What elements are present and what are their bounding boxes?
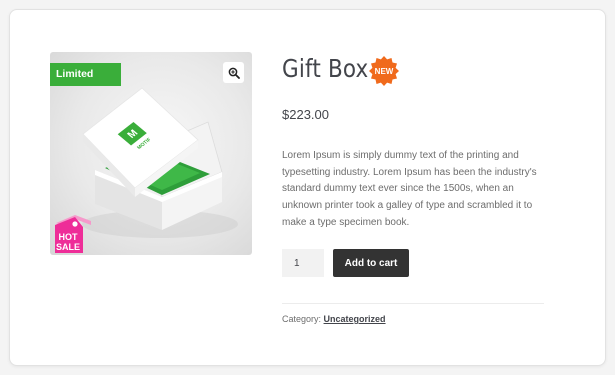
divider [282,303,544,304]
add-to-cart-button[interactable]: Add to cart [333,249,409,277]
product-image[interactable]: M MOTIF Limited HOT SALE [50,52,252,255]
hot-sale-tag-icon: HOT SALE [55,215,91,253]
svg-text:HOT: HOT [59,232,79,242]
limited-badge: Limited [50,63,121,86]
zoom-button[interactable] [223,62,244,83]
category-label: Category: [282,314,322,324]
product-description: Lorem Ipsum is simply dummy text of the … [282,150,537,228]
new-badge: NEW [369,56,399,86]
product-title: Gift Box [282,54,369,83]
svg-text:SALE: SALE [56,242,80,252]
product-category: Category: Uncategorized [282,314,386,324]
quantity-input[interactable] [282,249,324,277]
category-link[interactable]: Uncategorized [324,314,386,324]
svg-text:NEW: NEW [375,67,394,76]
magnifier-plus-icon [228,67,240,79]
product-price: $223.00 [282,107,329,122]
